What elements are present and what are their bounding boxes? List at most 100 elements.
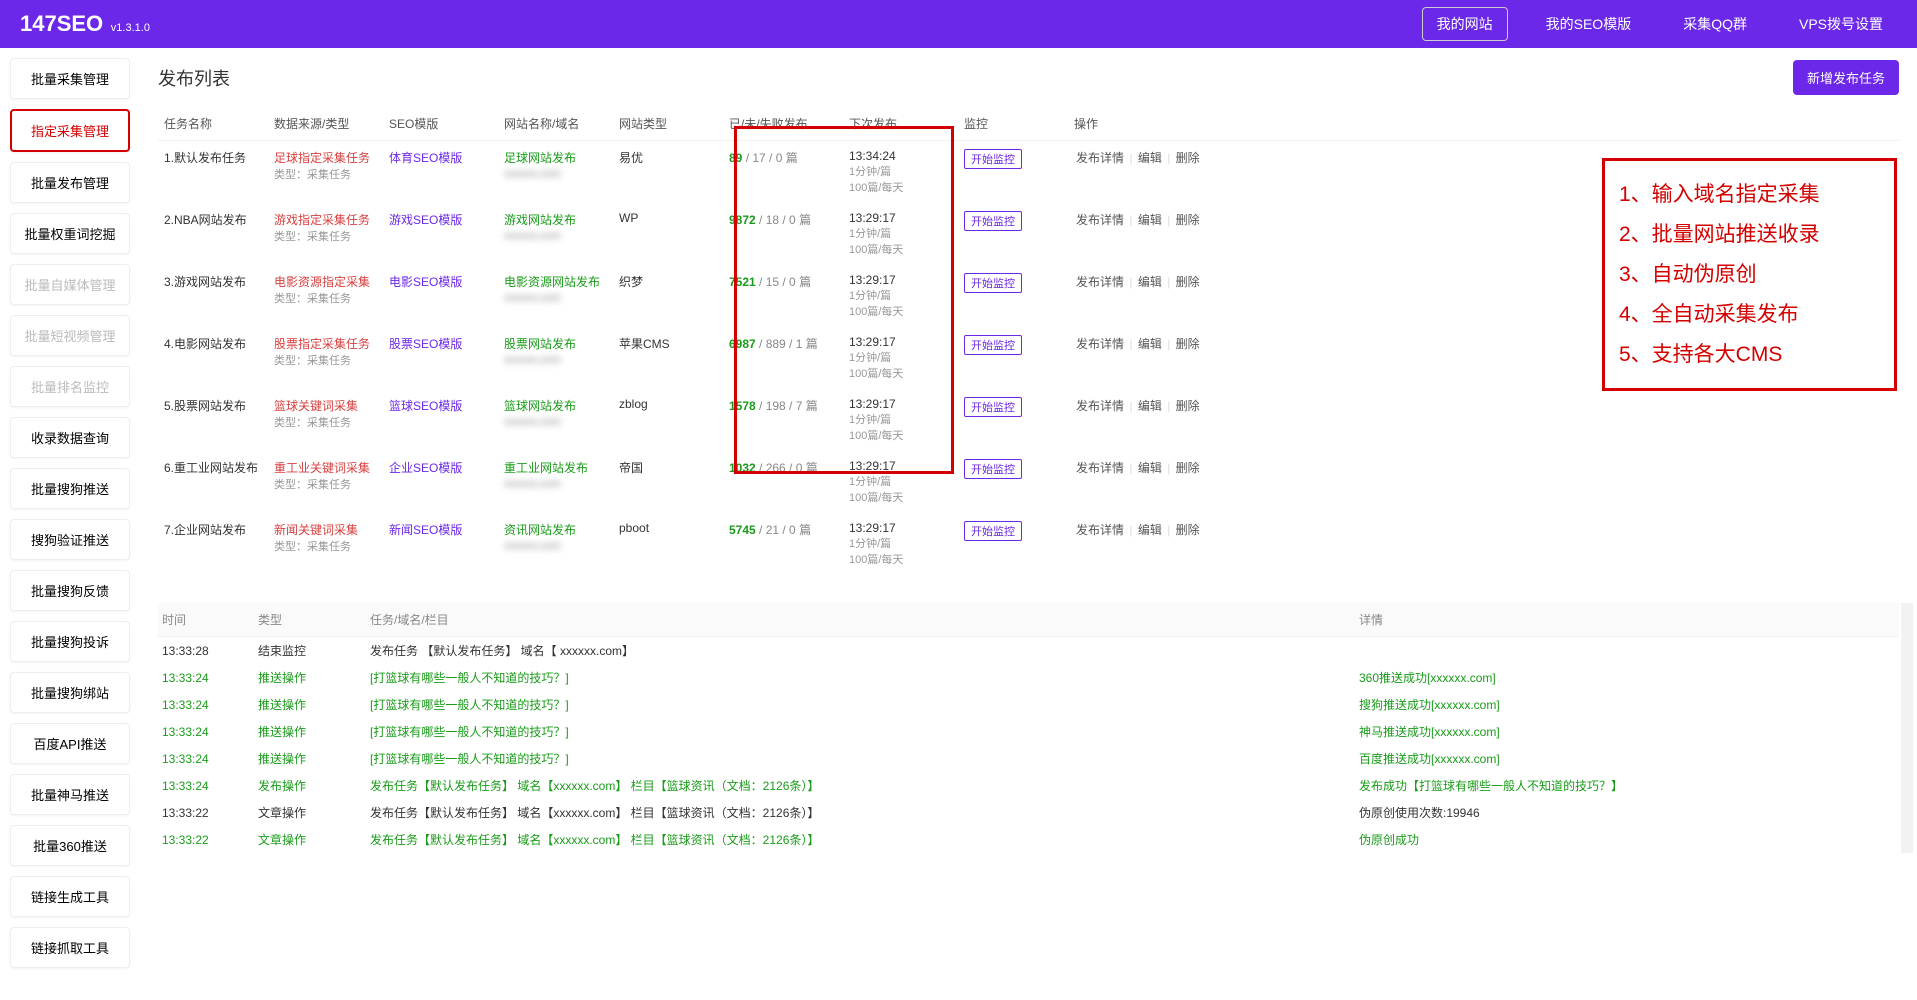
site-link[interactable]: 足球网站发布 xyxy=(504,151,576,165)
log-task: 发布任务 【默认发布任务】 域名【 xxxxxx.com】 xyxy=(370,642,1359,659)
log-task: 发布任务【默认发布任务】 域名【xxxxxx.com】 栏目【篮球资讯（文档：2… xyxy=(370,777,1359,794)
monitor-button[interactable]: 开始监控 xyxy=(964,459,1022,479)
source-link[interactable]: 游戏指定采集任务 xyxy=(274,213,370,227)
log-detail: 伪原创成功 xyxy=(1359,831,1899,848)
monitor-button[interactable]: 开始监控 xyxy=(964,521,1022,541)
source-link[interactable]: 重工业关键词采集 xyxy=(274,461,370,475)
op-delete[interactable]: 删除 xyxy=(1176,151,1200,165)
op-edit[interactable]: 编辑 xyxy=(1138,523,1162,537)
monitor-button[interactable]: 开始监控 xyxy=(964,273,1022,293)
source-link[interactable]: 股票指定采集任务 xyxy=(274,337,370,351)
cell-counts: 5745 / 21 / 0 篇 xyxy=(723,513,843,575)
tpl-link[interactable]: 篮球SEO模版 xyxy=(389,399,462,413)
source-link[interactable]: 足球指定采集任务 xyxy=(274,151,370,165)
nav-item[interactable]: VPS拨号设置 xyxy=(1785,8,1897,40)
cell-next: 13:29:171分钟/篇100篇/每天 xyxy=(843,451,958,513)
col-site: 网站名称/域名 xyxy=(498,107,613,141)
op-edit[interactable]: 编辑 xyxy=(1138,151,1162,165)
log-detail: 伪原创使用次数:19946 xyxy=(1359,804,1899,821)
op-edit[interactable]: 编辑 xyxy=(1138,337,1162,351)
nav-item[interactable]: 采集QQ群 xyxy=(1669,8,1761,40)
log-scrollbar[interactable] xyxy=(1901,603,1913,853)
sidebar-item[interactable]: 批量权重词挖掘 xyxy=(10,213,130,254)
col-counts: 已/未/失败发布 xyxy=(723,107,843,141)
sidebar-item[interactable]: 批量搜狗绑站 xyxy=(10,672,130,713)
add-publish-task-button[interactable]: 新增发布任务 xyxy=(1793,60,1899,95)
sidebar-item[interactable]: 指定采集管理 xyxy=(10,109,130,152)
site-link[interactable]: 重工业网站发布 xyxy=(504,461,588,475)
op-edit[interactable]: 编辑 xyxy=(1138,275,1162,289)
sidebar-item[interactable]: 链接抓取工具 xyxy=(10,927,130,968)
col-next: 下次发布 xyxy=(843,107,958,141)
log-col-time: 时间 xyxy=(158,611,258,628)
op-detail[interactable]: 发布详情 xyxy=(1076,275,1124,289)
sidebar-item[interactable]: 批量搜狗反馈 xyxy=(10,570,130,611)
sidebar-item[interactable]: 批量短视频管理 xyxy=(10,315,130,356)
nav-item[interactable]: 我的SEO模版 xyxy=(1532,8,1646,40)
header: 147SEO v1.3.1.0 我的网站我的SEO模版采集QQ群VPS拨号设置 xyxy=(0,0,1917,48)
nav-item[interactable]: 我的网站 xyxy=(1422,7,1508,41)
main-content: 发布列表 新增发布任务 任务名称 数据来源/类型 SEO模版 网站名称/域名 网… xyxy=(140,48,1917,1000)
monitor-button[interactable]: 开始监控 xyxy=(964,397,1022,417)
sidebar-item[interactable]: 百度API推送 xyxy=(10,723,130,764)
tpl-link[interactable]: 体育SEO模版 xyxy=(389,151,462,165)
op-edit[interactable]: 编辑 xyxy=(1138,399,1162,413)
op-edit[interactable]: 编辑 xyxy=(1138,461,1162,475)
site-link[interactable]: 游戏网站发布 xyxy=(504,213,576,227)
site-link[interactable]: 篮球网站发布 xyxy=(504,399,576,413)
op-detail[interactable]: 发布详情 xyxy=(1076,151,1124,165)
site-link[interactable]: 股票网站发布 xyxy=(504,337,576,351)
monitor-button[interactable]: 开始监控 xyxy=(964,335,1022,355)
source-link[interactable]: 篮球关键词采集 xyxy=(274,399,358,413)
op-delete[interactable]: 删除 xyxy=(1176,213,1200,227)
tpl-link[interactable]: 新闻SEO模版 xyxy=(389,523,462,537)
cell-site: 重工业网站发布xxxxxx.com xyxy=(498,451,613,513)
col-tpl: SEO模版 xyxy=(383,107,498,141)
sidebar-item[interactable]: 批量排名监控 xyxy=(10,366,130,407)
op-delete[interactable]: 删除 xyxy=(1176,399,1200,413)
cell-site: 游戏网站发布xxxxxx.com xyxy=(498,203,613,265)
tpl-link[interactable]: 电影SEO模版 xyxy=(389,275,462,289)
op-delete[interactable]: 删除 xyxy=(1176,461,1200,475)
log-row: 13:33:24发布操作发布任务【默认发布任务】 域名【xxxxxx.com】 … xyxy=(158,772,1899,799)
site-link[interactable]: 资讯网站发布 xyxy=(504,523,576,537)
sidebar-item[interactable]: 批量搜狗投诉 xyxy=(10,621,130,662)
log-task: [打篮球有哪些一般人不知道的技巧？] xyxy=(370,669,1359,686)
op-detail[interactable]: 发布详情 xyxy=(1076,399,1124,413)
log-type: 推送操作 xyxy=(258,669,370,686)
tpl-link[interactable]: 企业SEO模版 xyxy=(389,461,462,475)
tpl-link[interactable]: 游戏SEO模版 xyxy=(389,213,462,227)
sidebar-item[interactable]: 链接生成工具 xyxy=(10,876,130,917)
sidebar-item[interactable]: 批量神马推送 xyxy=(10,774,130,815)
log-task: [打篮球有哪些一般人不知道的技巧？] xyxy=(370,723,1359,740)
source-link[interactable]: 新闻关键词采集 xyxy=(274,523,358,537)
sidebar-item[interactable]: 批量360推送 xyxy=(10,825,130,866)
cell-next: 13:29:171分钟/篇100篇/每天 xyxy=(843,265,958,327)
op-delete[interactable]: 删除 xyxy=(1176,275,1200,289)
tpl-link[interactable]: 股票SEO模版 xyxy=(389,337,462,351)
annotation-box: 1、输入域名指定采集2、批量网站推送收录3、自动伪原创4、全自动采集发布5、支持… xyxy=(1602,158,1897,391)
monitor-button[interactable]: 开始监控 xyxy=(964,211,1022,231)
sidebar-item[interactable]: 搜狗验证推送 xyxy=(10,519,130,560)
sidebar-item[interactable]: 批量发布管理 xyxy=(10,162,130,203)
op-detail[interactable]: 发布详情 xyxy=(1076,337,1124,351)
cell-tpl: 游戏SEO模版 xyxy=(383,203,498,265)
source-link[interactable]: 电影资源指定采集 xyxy=(274,275,370,289)
sidebar-item[interactable]: 批量自媒体管理 xyxy=(10,264,130,305)
sidebar-item[interactable]: 批量采集管理 xyxy=(10,58,130,99)
op-edit[interactable]: 编辑 xyxy=(1138,213,1162,227)
op-delete[interactable]: 删除 xyxy=(1176,523,1200,537)
sidebar-item[interactable]: 批量搜狗推送 xyxy=(10,468,130,509)
op-detail[interactable]: 发布详情 xyxy=(1076,523,1124,537)
cell-tpl: 电影SEO模版 xyxy=(383,265,498,327)
op-detail[interactable]: 发布详情 xyxy=(1076,213,1124,227)
log-type: 文章操作 xyxy=(258,804,370,821)
sidebar-item[interactable]: 收录数据查询 xyxy=(10,417,130,458)
op-detail[interactable]: 发布详情 xyxy=(1076,461,1124,475)
site-link[interactable]: 电影资源网站发布 xyxy=(504,275,600,289)
log-detail: 搜狗推送成功[xxxxxx.com] xyxy=(1359,696,1899,713)
log-row: 13:33:24推送操作[打篮球有哪些一般人不知道的技巧？]百度推送成功[xxx… xyxy=(158,745,1899,772)
cell-monitor: 开始监控 xyxy=(958,203,1068,265)
monitor-button[interactable]: 开始监控 xyxy=(964,149,1022,169)
op-delete[interactable]: 删除 xyxy=(1176,337,1200,351)
